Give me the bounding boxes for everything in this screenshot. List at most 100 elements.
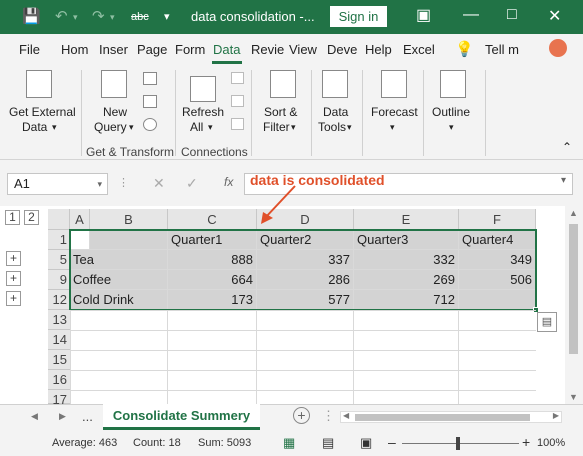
undo-icon[interactable]: ↶	[55, 8, 68, 26]
cell[interactable]: Quarter4	[459, 230, 536, 250]
row-header[interactable]: 9	[48, 270, 70, 290]
column-header-f[interactable]: F	[459, 209, 536, 230]
row-header[interactable]: 15	[48, 350, 70, 370]
spelling-icon[interactable]: abc	[131, 8, 149, 26]
horizontal-scroll-thumb[interactable]	[355, 414, 530, 421]
tab-review[interactable]: Revie	[251, 42, 284, 57]
tell-me-search[interactable]: Tell m	[485, 42, 519, 57]
column-header-b[interactable]: B	[90, 209, 168, 230]
scroll-right-icon[interactable]: ▶	[553, 411, 559, 420]
zoom-out-button[interactable]: –	[388, 434, 396, 450]
properties-icon[interactable]	[231, 95, 244, 107]
chevron-down-icon[interactable]: ▾	[97, 174, 102, 194]
new-sheet-button[interactable]: +	[293, 407, 310, 424]
scroll-sheets-right-icon[interactable]: ▶	[59, 411, 66, 422]
column-header-a[interactable]: A	[70, 209, 90, 230]
maximize-button[interactable]: □	[507, 6, 517, 24]
horizontal-scrollbar[interactable]: ◀ ▶	[340, 411, 562, 423]
cell[interactable]: 664	[168, 270, 257, 290]
tab-home[interactable]: Hom	[61, 42, 88, 57]
cell[interactable]: Coffee	[70, 270, 168, 290]
row-header[interactable]: 5	[48, 250, 70, 270]
collapse-ribbon-icon[interactable]: ⌃	[562, 140, 572, 155]
scroll-sheets-left-icon[interactable]: ◀	[31, 411, 38, 422]
cell[interactable]: 577	[257, 290, 354, 310]
more-options-icon[interactable]: ⋮	[118, 176, 129, 189]
redo-icon[interactable]: ↷	[92, 8, 105, 26]
row-header[interactable]: 17	[48, 390, 70, 407]
expand-group-button[interactable]: +	[6, 251, 21, 266]
scroll-left-icon[interactable]: ◀	[343, 411, 349, 420]
tab-formulas[interactable]: Form	[175, 42, 205, 57]
page-break-preview-icon[interactable]: ▣	[360, 435, 372, 451]
cell[interactable]	[90, 230, 168, 250]
zoom-in-button[interactable]: +	[522, 434, 530, 450]
show-queries-icon[interactable]	[143, 72, 157, 85]
row-header[interactable]: 12	[48, 290, 70, 310]
tab-file[interactable]: File	[19, 42, 40, 57]
data-tools-button[interactable]: Data Tools ▾	[314, 102, 358, 137]
cell[interactable]: Cold Drink	[70, 290, 168, 310]
empty-grid-area[interactable]	[70, 310, 536, 406]
cell[interactable]: 712	[354, 290, 459, 310]
more-icon[interactable]: ⋮	[322, 408, 335, 424]
insert-function-button[interactable]: fx	[224, 175, 233, 189]
quick-analysis-icon[interactable]: ▤	[537, 312, 557, 332]
select-all-corner[interactable]	[48, 209, 70, 230]
ribbon-display-options-icon[interactable]: ▣	[416, 5, 431, 25]
expand-group-button[interactable]: +	[6, 271, 21, 286]
column-header-c[interactable]: C	[168, 209, 257, 230]
outline-button[interactable]: Outline ▾	[428, 102, 478, 137]
tab-data[interactable]: Data	[213, 42, 240, 57]
lightbulb-icon[interactable]: 💡	[455, 40, 474, 58]
sign-in-button[interactable]: Sign in	[330, 6, 387, 27]
cell-a1[interactable]	[70, 230, 90, 250]
recent-sources-icon[interactable]	[143, 118, 157, 131]
save-icon[interactable]: 💾	[22, 8, 41, 26]
cell[interactable]: 173	[168, 290, 257, 310]
cell[interactable]: 349	[459, 250, 536, 270]
tab-help[interactable]: Help	[365, 42, 392, 57]
customize-toolbar-icon[interactable]: ▾	[164, 8, 170, 26]
cell[interactable]: 286	[257, 270, 354, 290]
name-box[interactable]: A1 ▾	[7, 173, 108, 195]
zoom-slider[interactable]	[402, 443, 519, 444]
row-header[interactable]: 13	[48, 310, 70, 330]
cell[interactable]: Quarter1	[168, 230, 257, 250]
page-layout-view-icon[interactable]: ▤	[322, 435, 334, 451]
outline-level-2-button[interactable]: 2	[24, 210, 39, 225]
feedback-smiley-icon[interactable]	[549, 39, 567, 57]
edit-links-icon[interactable]	[231, 118, 244, 130]
minimize-button[interactable]: —	[463, 6, 479, 24]
cell[interactable]: 269	[354, 270, 459, 290]
column-header-e[interactable]: E	[354, 209, 459, 230]
enter-icon[interactable]: ✓	[186, 175, 198, 192]
zoom-slider-thumb[interactable]	[456, 437, 460, 450]
scroll-up-icon[interactable]: ▲	[569, 208, 578, 218]
forecast-button[interactable]: Forecast ▾	[366, 102, 422, 137]
cell[interactable]	[459, 290, 536, 310]
normal-view-icon[interactable]: ▦	[283, 435, 295, 451]
row-header[interactable]: 14	[48, 330, 70, 350]
zoom-level[interactable]: 100%	[537, 437, 565, 449]
tab-excel[interactable]: Excel	[403, 42, 435, 57]
sheet-tab-consolidate-summery[interactable]: Consolidate Summery	[103, 404, 260, 430]
sort-filter-button[interactable]: Sort & Filter ▾	[258, 102, 304, 137]
more-sheets-button[interactable]: ...	[82, 409, 93, 424]
close-button[interactable]: ✕	[548, 6, 561, 26]
cell[interactable]: 888	[168, 250, 257, 270]
cell[interactable]: 332	[354, 250, 459, 270]
cell[interactable]: 506	[459, 270, 536, 290]
outline-level-1-button[interactable]: 1	[5, 210, 20, 225]
tab-page-layout[interactable]: Page	[137, 42, 167, 57]
cancel-icon[interactable]: ✕	[153, 175, 165, 192]
tab-insert[interactable]: Inser	[99, 42, 128, 57]
get-external-data-button[interactable]: Get External Data ▾	[0, 102, 80, 137]
row-header[interactable]: 16	[48, 370, 70, 390]
new-query-button[interactable]: New Query ▾	[88, 102, 138, 137]
from-table-icon[interactable]	[143, 95, 157, 108]
tab-developer[interactable]: Deve	[327, 42, 357, 57]
connections-icon[interactable]	[231, 72, 244, 84]
expand-group-button[interactable]: +	[6, 291, 21, 306]
scroll-down-icon[interactable]: ▼	[569, 392, 578, 402]
